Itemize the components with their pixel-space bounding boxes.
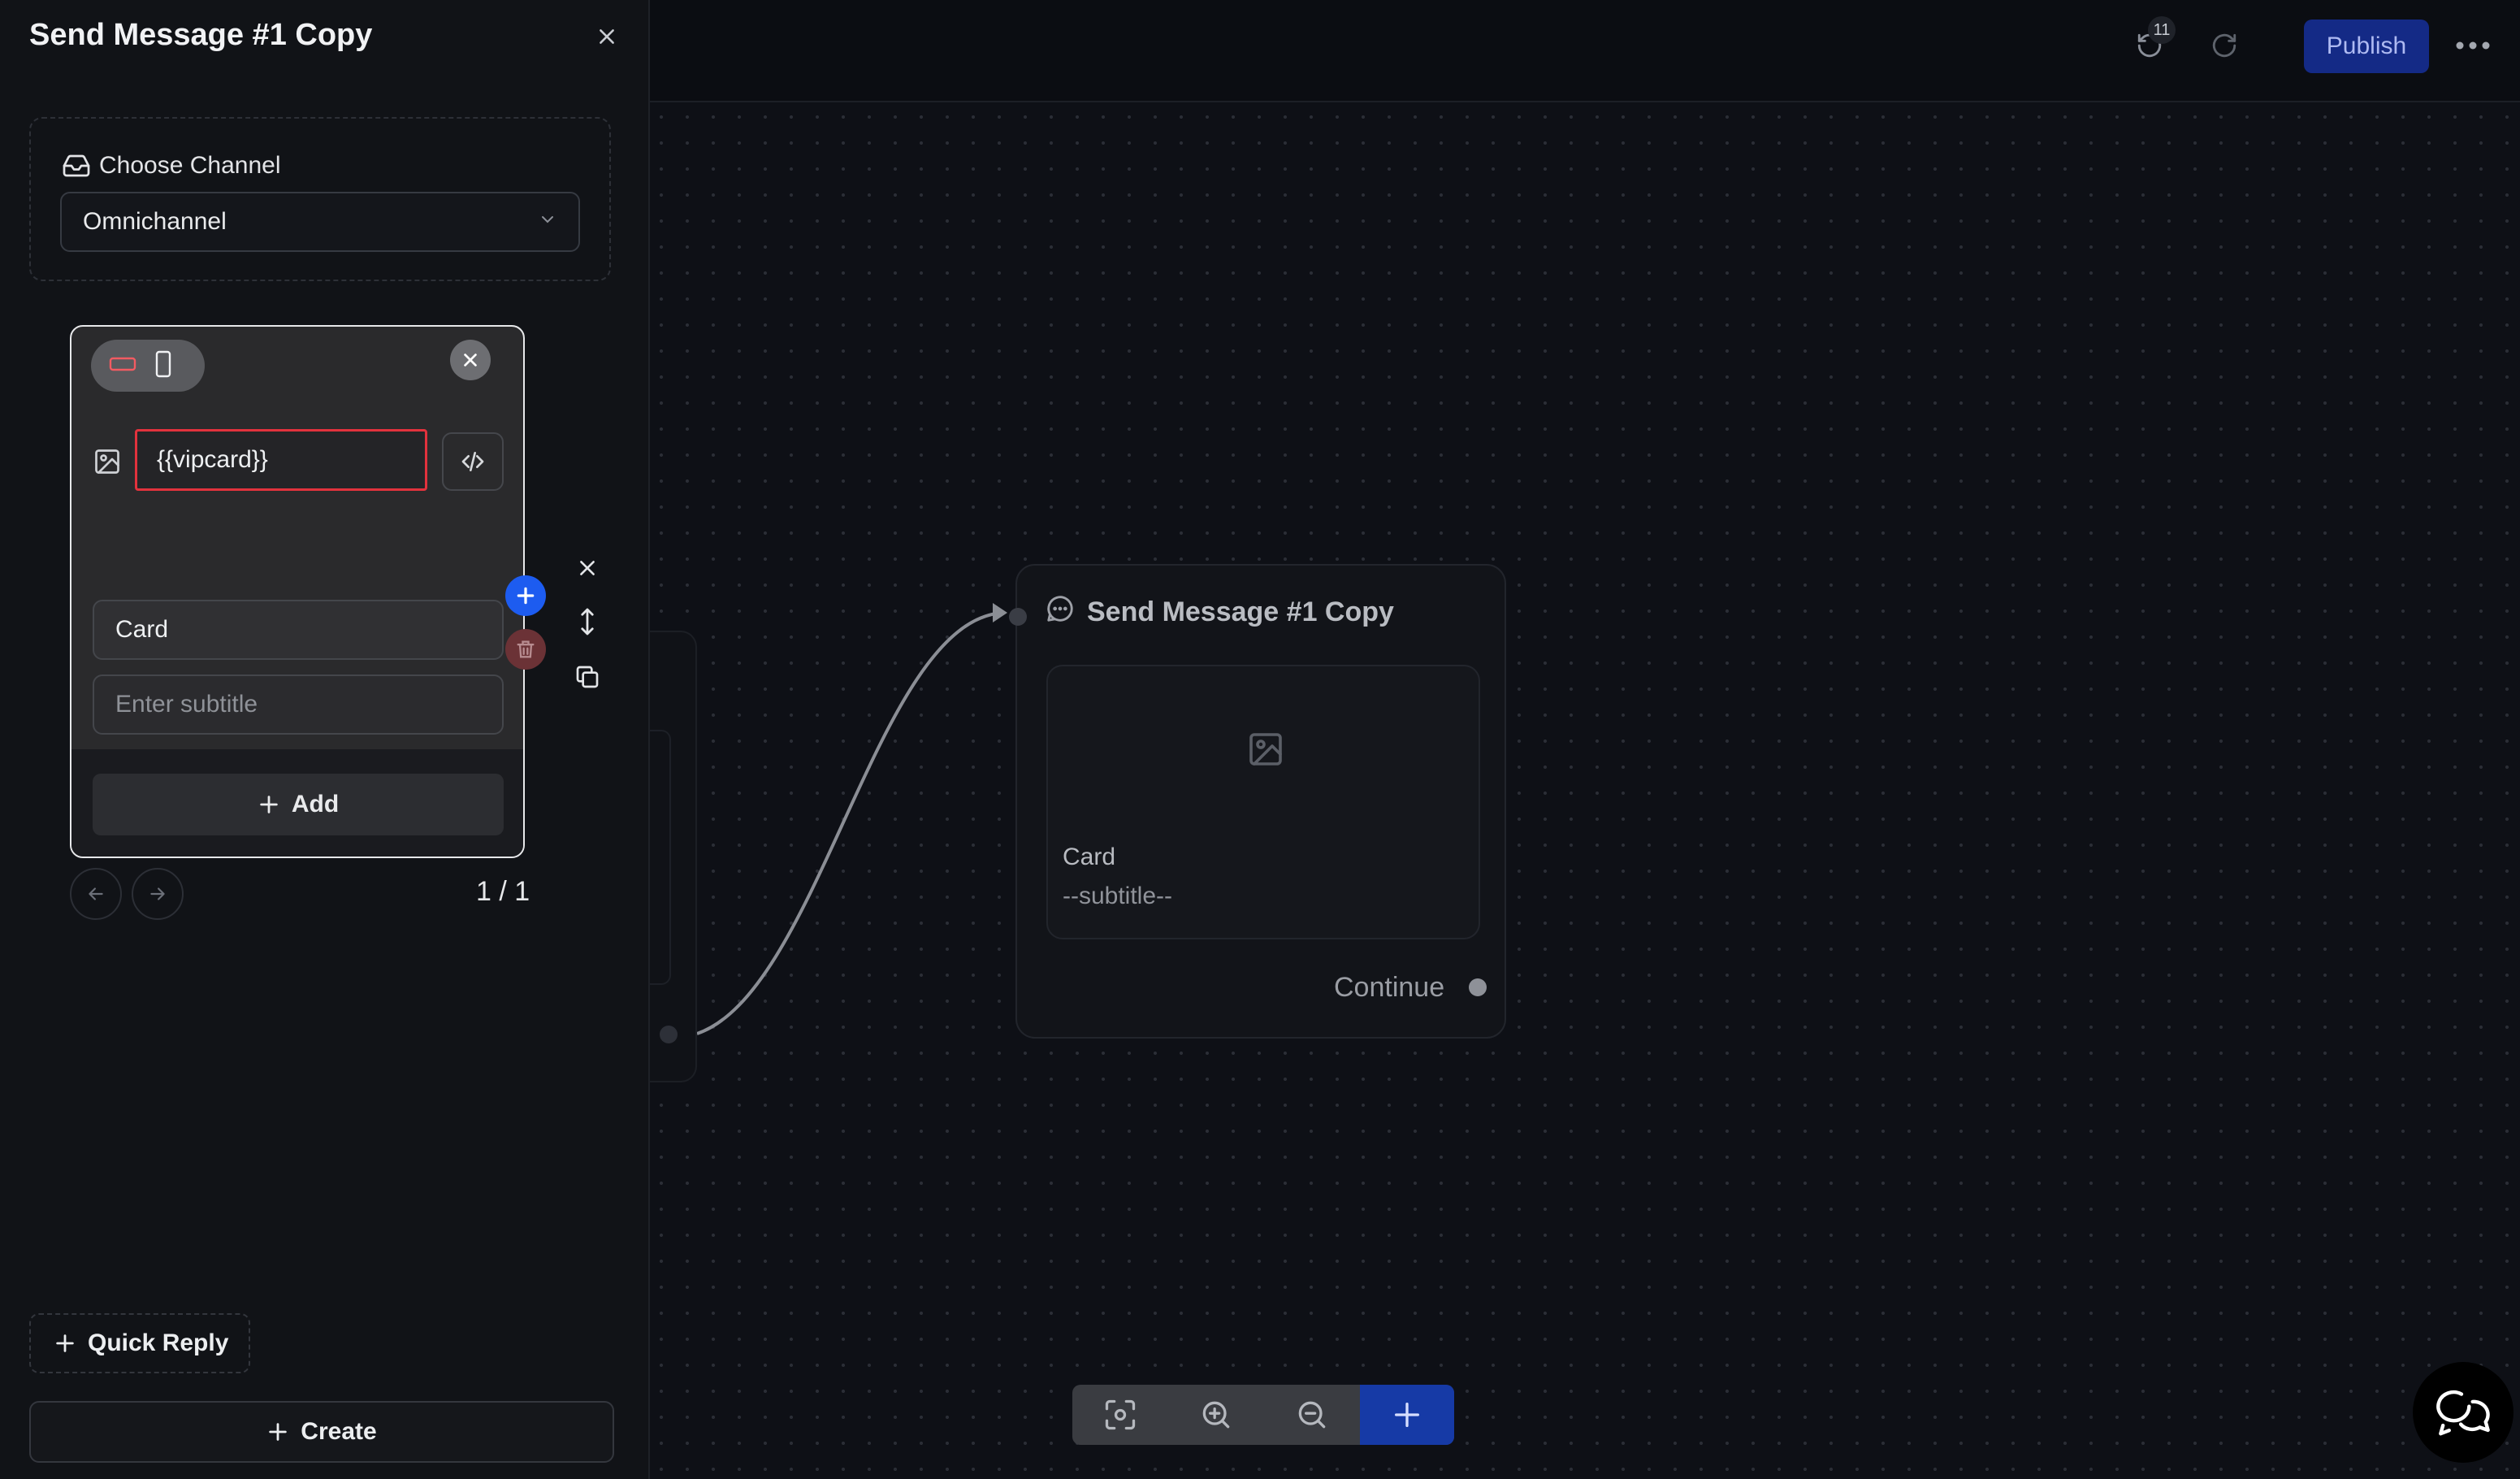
zoom-out-icon [1298, 1401, 1326, 1429]
chat-icon [2436, 1390, 2490, 1436]
zoom-in-icon [1202, 1401, 1230, 1429]
publish-button[interactable]: Publish [2304, 20, 2429, 73]
node-input-handle[interactable] [1009, 608, 1027, 626]
node-output-handle[interactable] [1469, 978, 1487, 996]
send-message-node[interactable]: Send Message #1 Copy Card --subtitle-- C… [1009, 564, 1506, 1039]
previous-node-card [648, 730, 671, 985]
add-button-label: Add [291, 791, 340, 818]
plus-icon [260, 796, 278, 813]
plus-icon [1395, 1403, 1419, 1427]
zoom-out-button[interactable] [1264, 1385, 1360, 1445]
channel-select-value: Omnichannel [83, 208, 227, 235]
channel-label: Choose Channel [62, 151, 281, 180]
plus-icon [56, 1334, 74, 1352]
flow-canvas[interactable] [648, 0, 2520, 1479]
node-continue-label: Continue [1334, 972, 1445, 1003]
code-icon [461, 452, 484, 471]
create-button[interactable]: Create [29, 1401, 614, 1463]
close-icon [600, 29, 614, 44]
quick-reply-button[interactable]: Quick Reply [29, 1313, 250, 1373]
card-subtitle-input[interactable]: Enter subtitle [93, 674, 504, 735]
desktop-toggle[interactable] [109, 355, 136, 377]
node-header: Send Message #1 Copy [1045, 593, 1394, 631]
chevron-down-icon [538, 208, 557, 236]
node-card-title: Card [1063, 844, 1116, 870]
layout-toggle [91, 340, 205, 392]
panel-close-button[interactable] [590, 20, 624, 54]
add-button-button[interactable]: Add [93, 774, 504, 835]
image-icon [93, 447, 122, 480]
redo-button[interactable] [2206, 28, 2242, 63]
delete-card-button[interactable] [505, 629, 546, 670]
add-card-button[interactable] [505, 575, 546, 616]
previous-node-output-handle[interactable] [660, 1026, 678, 1043]
redo-icon [2212, 33, 2236, 58]
mobile-icon [155, 350, 171, 377]
support-chat-button[interactable] [2413, 1362, 2514, 1463]
plus-icon [517, 587, 535, 605]
channel-label-text: Choose Channel [99, 152, 281, 179]
undo-count-badge: 11 [2148, 16, 2176, 44]
panel-title: Send Message #1 Copy [29, 18, 373, 52]
node-title: Send Message #1 Copy [1087, 596, 1394, 627]
more-menu-button[interactable] [2452, 28, 2494, 63]
duplicate-card-button[interactable] [569, 658, 606, 696]
arrow-right-icon [150, 887, 165, 900]
mobile-toggle[interactable] [154, 350, 172, 382]
card-close-button[interactable] [450, 340, 491, 380]
plus-icon [269, 1423, 288, 1441]
image-placeholder-icon [1246, 730, 1285, 773]
copy-icon [576, 666, 599, 688]
variable-code-button[interactable] [442, 432, 504, 491]
reorder-card-handle[interactable] [569, 603, 606, 640]
previous-card-button[interactable] [70, 868, 122, 920]
previous-node[interactable] [648, 631, 697, 1082]
image-url-input[interactable]: {{vipcard}} [135, 429, 427, 491]
node-settings-panel: Send Message #1 Copy Choose Channel Omni… [0, 0, 650, 1479]
next-card-button[interactable] [132, 868, 184, 920]
close-icon [580, 561, 595, 575]
move-icon [581, 608, 594, 635]
more-icon [2456, 41, 2490, 50]
fit-view-button[interactable] [1072, 1385, 1168, 1445]
zoom-in-button[interactable] [1168, 1385, 1264, 1445]
desktop-icon [109, 357, 136, 371]
add-node-button[interactable] [1360, 1385, 1454, 1445]
channel-select[interactable]: Omnichannel [60, 192, 580, 252]
inbox-icon [63, 154, 90, 177]
channel-section: Choose Channel Omnichannel [29, 117, 611, 281]
close-icon [464, 353, 477, 366]
card-editor: {{vipcard}} Card Enter subtitle Add [70, 325, 525, 858]
create-label: Create [301, 1418, 377, 1445]
trash-icon [517, 640, 535, 658]
focus-icon [1105, 1399, 1136, 1430]
remove-card-button[interactable] [569, 549, 606, 587]
zoom-toolbar [1072, 1385, 1454, 1445]
chat-bubble-icon [1045, 593, 1076, 631]
node-card-subtitle: --subtitle-- [1063, 883, 1173, 909]
card-title-input[interactable]: Card [93, 600, 504, 660]
card-pager: 1 / 1 [476, 876, 530, 907]
quick-reply-label: Quick Reply [88, 1329, 229, 1356]
node-card-preview[interactable]: Card --subtitle-- [1046, 665, 1480, 939]
arrow-left-icon [89, 887, 103, 900]
